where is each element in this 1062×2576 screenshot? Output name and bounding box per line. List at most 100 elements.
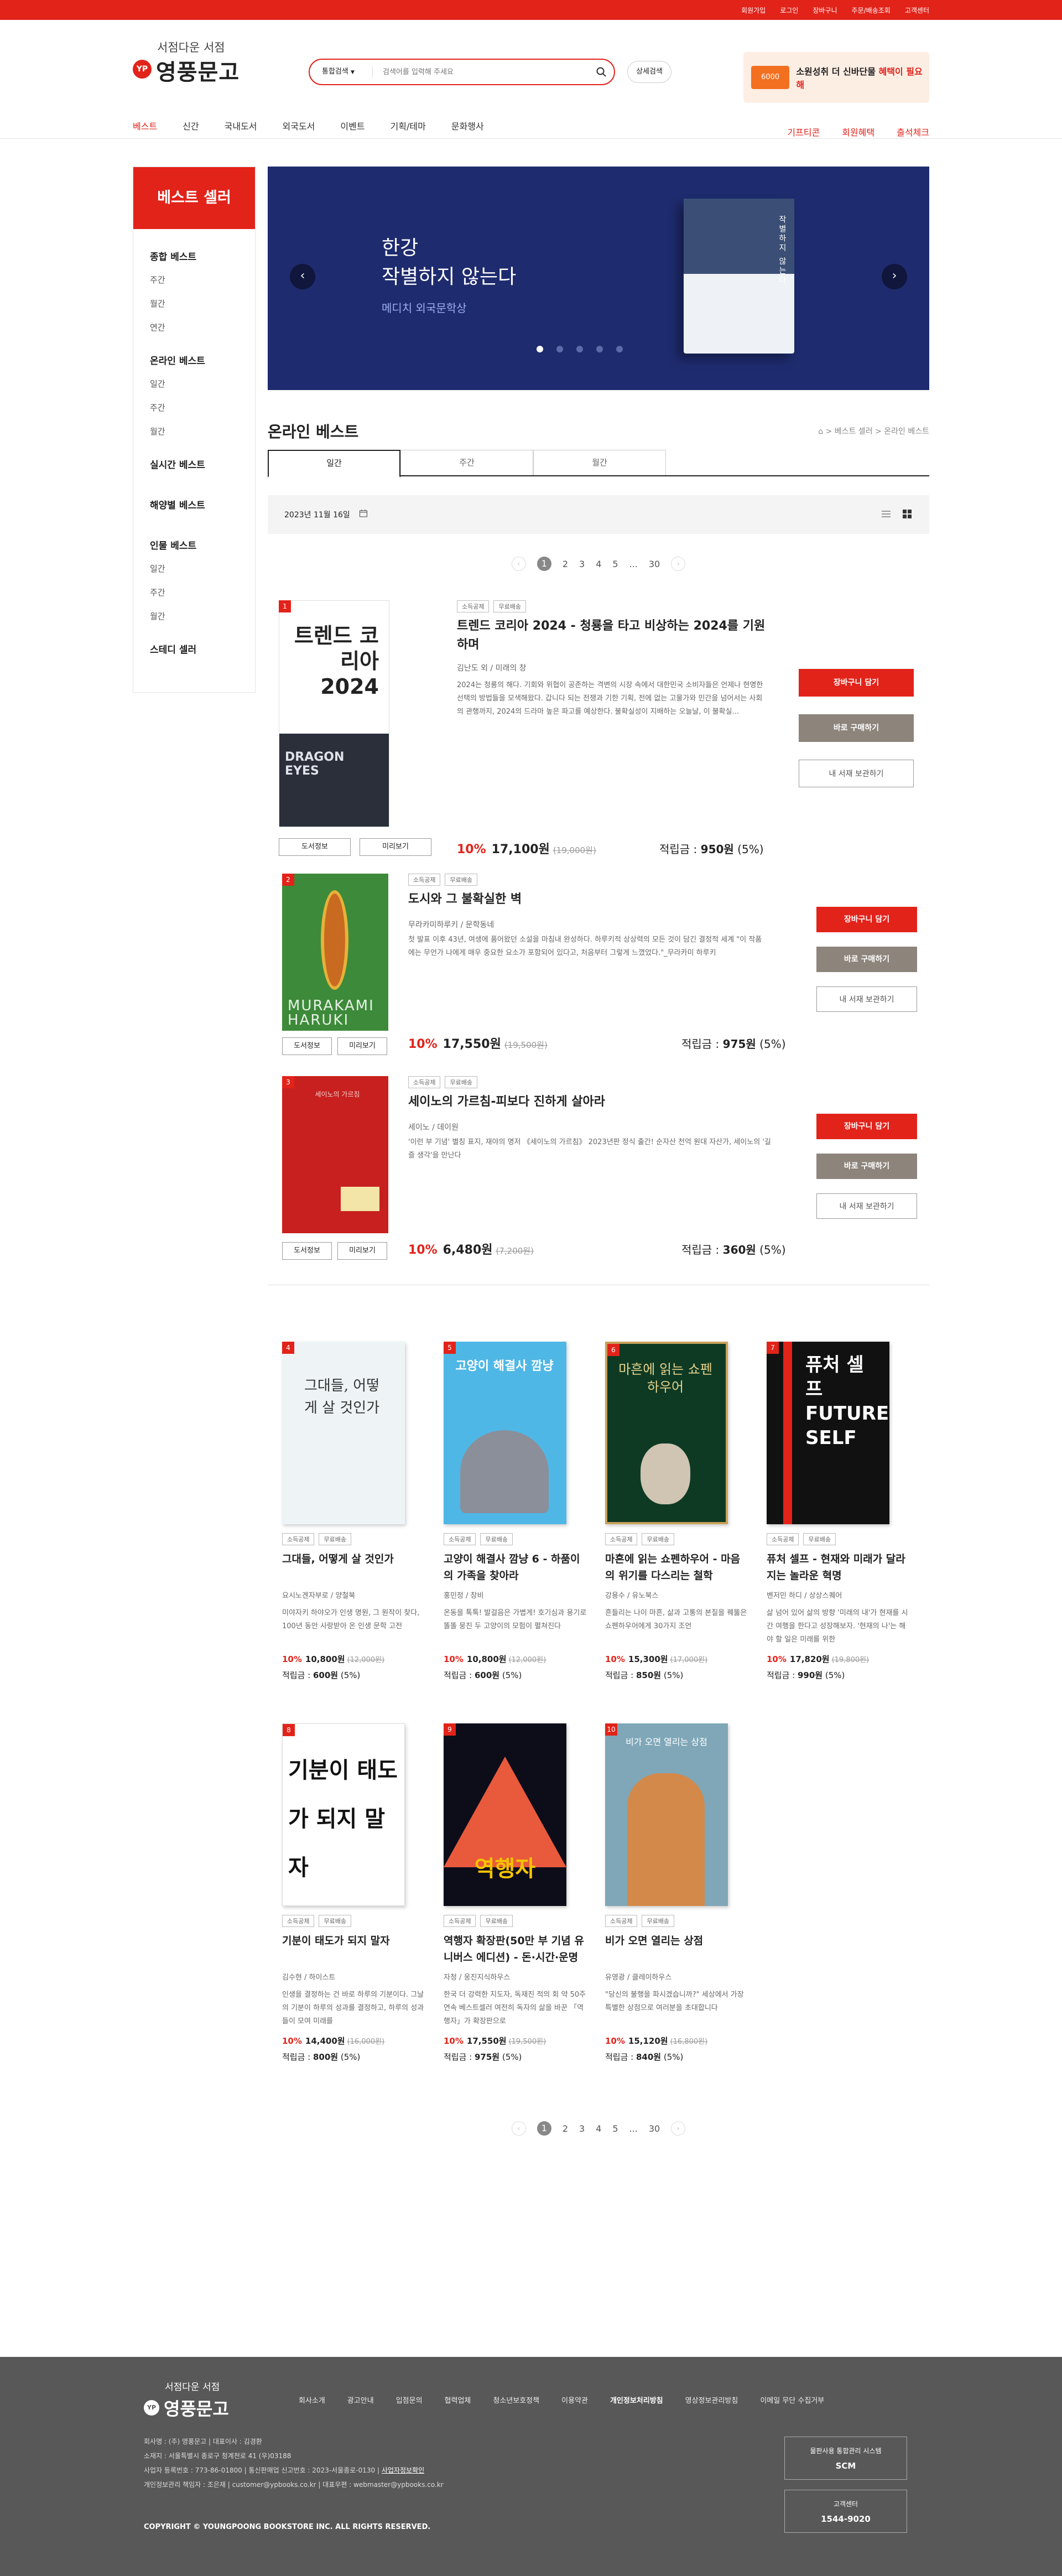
side-nav-group-title[interactable]: 스테디 셀러 bbox=[150, 642, 255, 656]
book-cover[interactable]: 10 비가 오면 열리는 상점 bbox=[605, 1723, 728, 1906]
book-title[interactable]: 비가 오면 열리는 상점 bbox=[605, 1933, 749, 1966]
page-number[interactable]: 2 bbox=[563, 559, 568, 569]
buy-now-button[interactable]: 바로 구매하기 bbox=[816, 1154, 917, 1179]
book-author[interactable]: 김수현 / 하이스트 bbox=[282, 1971, 426, 1982]
book-author[interactable]: 유영광 / 클레이하우스 bbox=[605, 1971, 749, 1982]
footer-link[interactable]: 개인정보처리방침 bbox=[610, 2395, 663, 2405]
save-to-library-button[interactable]: 내 서재 보관하기 bbox=[816, 1193, 917, 1219]
book-cover[interactable]: 5 고양이 해결사 깜냥 bbox=[444, 1342, 566, 1524]
gnb-item-event[interactable]: 이벤트 bbox=[340, 119, 365, 132]
breadcrumb-item[interactable]: 베스트 셀러 bbox=[835, 427, 873, 436]
gnb-item-domestic[interactable]: 국내도서 bbox=[225, 119, 257, 132]
calendar-icon[interactable] bbox=[359, 509, 368, 520]
footer-link[interactable]: 이용약관 bbox=[561, 2395, 588, 2405]
preview-button[interactable]: 미리보기 bbox=[337, 1037, 387, 1055]
banner-dot[interactable] bbox=[537, 346, 543, 352]
side-nav-group-title[interactable]: 인물 베스트 bbox=[150, 538, 255, 552]
gnb-item-theme[interactable]: 기획/테마 bbox=[391, 119, 426, 132]
page-number[interactable]: 3 bbox=[579, 559, 585, 569]
book-cover[interactable]: 7 퓨처 셀프 FUTURE SELF bbox=[767, 1342, 889, 1524]
banner-dot[interactable] bbox=[596, 346, 603, 352]
book-title[interactable]: 기분이 태도가 되지 말자 bbox=[282, 1933, 426, 1966]
buy-now-button[interactable]: 바로 구매하기 bbox=[799, 714, 914, 742]
footer-link[interactable]: 광고안내 bbox=[347, 2395, 374, 2405]
gnb-item-new[interactable]: 신간 bbox=[183, 119, 199, 132]
side-nav-item[interactable]: 월간 bbox=[150, 298, 255, 309]
add-to-cart-button[interactable]: 장바구니 담기 bbox=[799, 669, 914, 697]
book-cover[interactable]: 6 마흔에 읽는 쇼펜하우어 bbox=[605, 1342, 728, 1524]
page-prev-icon[interactable]: ‹ bbox=[511, 2121, 526, 2136]
side-nav-item[interactable]: 연간 bbox=[150, 321, 255, 333]
side-nav-item[interactable]: 월간 bbox=[150, 610, 255, 622]
page-next-icon[interactable]: › bbox=[671, 2121, 686, 2136]
hero-banner[interactable]: ‹ › 한강 작별하지 않는다 메디치 외국문학상 작별하지 않는다 bbox=[268, 167, 929, 390]
page-number[interactable]: 2 bbox=[563, 2123, 568, 2134]
book-author[interactable]: 강용수 / 유노북스 bbox=[605, 1590, 749, 1600]
search-input[interactable] bbox=[373, 67, 589, 76]
side-nav-group-title[interactable]: 온라인 베스트 bbox=[150, 353, 255, 367]
side-nav-group-title[interactable]: 해양별 베스트 bbox=[150, 497, 255, 511]
tab-monthly[interactable]: 월간 bbox=[533, 450, 666, 475]
side-nav-item[interactable]: 월간 bbox=[150, 425, 255, 437]
topbar-link-cart[interactable]: 장바구니 bbox=[813, 6, 837, 15]
customer-center-box[interactable]: 고객센터 1544-9020 bbox=[784, 2490, 907, 2533]
banner-dot[interactable] bbox=[556, 346, 563, 352]
footer-link[interactable]: 입점문의 bbox=[396, 2395, 423, 2405]
preview-button[interactable]: 미리보기 bbox=[360, 838, 431, 856]
book-title[interactable]: 도시와 그 불확실한 벽 bbox=[408, 890, 773, 909]
search-icon[interactable] bbox=[589, 66, 614, 77]
save-to-library-button[interactable]: 내 서재 보관하기 bbox=[799, 760, 914, 787]
banner-dot[interactable] bbox=[576, 346, 583, 352]
page-number[interactable]: 1 bbox=[537, 557, 551, 571]
gnb-item-benefit[interactable]: 회원혜택 bbox=[842, 125, 874, 138]
search-category-select[interactable]: 통합검색 ▼ bbox=[310, 66, 373, 78]
side-nav-group-title[interactable]: 실시간 베스트 bbox=[150, 457, 255, 471]
footer-link[interactable]: 영상정보관리방침 bbox=[685, 2395, 738, 2405]
footer-link[interactable]: 청소년보호정책 bbox=[493, 2395, 539, 2405]
book-author[interactable]: 벤저민 하디 / 상상스퀘어 bbox=[767, 1590, 910, 1600]
topbar-link-orders[interactable]: 주문/배송조회 bbox=[852, 6, 891, 15]
book-title[interactable]: 퓨처 셀프 - 현재와 미래가 달라지는 놀라운 혁명 bbox=[767, 1551, 910, 1584]
page-number[interactable]: 5 bbox=[612, 2123, 618, 2134]
side-nav-item[interactable]: 일간 bbox=[150, 378, 255, 389]
side-nav-item[interactable]: 일간 bbox=[150, 563, 255, 574]
side-nav-item[interactable]: 주간 bbox=[150, 402, 255, 413]
gnb-item-best[interactable]: 베스트 bbox=[133, 119, 157, 132]
topbar-link-cs[interactable]: 고객센터 bbox=[905, 6, 929, 15]
detail-search-button[interactable]: 상세검색 bbox=[627, 61, 671, 83]
home-icon[interactable]: ⌂ bbox=[818, 427, 823, 436]
topbar-link-join[interactable]: 회원가입 bbox=[741, 6, 766, 15]
add-to-cart-button[interactable]: 장바구니 담기 bbox=[816, 1114, 917, 1139]
preview-button[interactable]: 미리보기 bbox=[337, 1242, 387, 1260]
side-nav-item[interactable]: 주간 bbox=[150, 274, 255, 285]
banner-dot[interactable] bbox=[616, 346, 623, 352]
topbar-link-login[interactable]: 로그인 bbox=[780, 6, 798, 15]
page-number[interactable]: 3 bbox=[579, 2123, 585, 2134]
page-number[interactable]: 30 bbox=[649, 559, 660, 569]
banner-next-button[interactable]: › bbox=[882, 264, 907, 289]
footer-link[interactable]: 이메일 무단 수집거부 bbox=[760, 2395, 824, 2405]
gnb-item-foreign[interactable]: 외국도서 bbox=[283, 119, 315, 132]
footer-logo[interactable]: 서점다운 서점 YP 영풍문고 bbox=[144, 2379, 229, 2421]
book-cover[interactable]: 9 역행자 bbox=[444, 1723, 566, 1906]
book-title[interactable]: 세이노의 가르침-피보다 진하게 살아라 bbox=[408, 1093, 773, 1112]
book-author[interactable]: 김난도 외 / 미래의 창 bbox=[457, 662, 527, 673]
banner-prev-button[interactable]: ‹ bbox=[290, 264, 315, 289]
side-nav-item[interactable]: 주간 bbox=[150, 586, 255, 598]
book-info-button[interactable]: 도서정보 bbox=[279, 838, 351, 856]
page-number[interactable]: 30 bbox=[649, 2123, 660, 2134]
save-to-library-button[interactable]: 내 서재 보관하기 bbox=[816, 986, 917, 1012]
list-view-icon[interactable] bbox=[881, 508, 892, 522]
book-title[interactable]: 그대들, 어떻게 살 것인가 bbox=[282, 1551, 426, 1584]
breadcrumb-item[interactable]: 온라인 베스트 bbox=[884, 427, 929, 436]
gnb-item-attendance[interactable]: 출석체크 bbox=[897, 125, 929, 138]
book-cover[interactable]: 트렌드 코리아 2024 DRAGON EYES bbox=[279, 600, 389, 827]
book-title[interactable]: 고양이 해결사 깜냥 6 - 하품이의 가족을 찾아라 bbox=[444, 1551, 587, 1584]
page-number[interactable]: 5 bbox=[612, 559, 618, 569]
footer-link[interactable]: 협력업체 bbox=[445, 2395, 471, 2405]
page-number[interactable]: 4 bbox=[596, 2123, 601, 2134]
license-check-link[interactable]: 사업자정보확인 bbox=[382, 2466, 424, 2474]
book-author[interactable]: 자청 / 웅진지식하우스 bbox=[444, 1971, 587, 1982]
book-cover[interactable]: 4 그대들, 어떻게 살 것인가 bbox=[282, 1342, 405, 1524]
page-next-icon[interactable]: › bbox=[671, 557, 686, 571]
